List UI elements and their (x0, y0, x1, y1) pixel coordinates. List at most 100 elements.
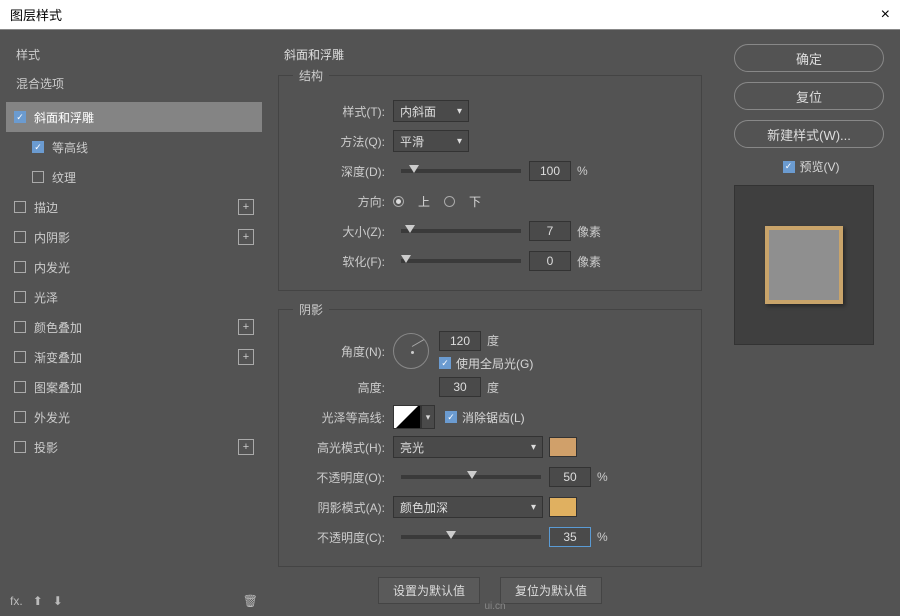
close-icon[interactable]: × (881, 6, 890, 24)
highlight-mode-select[interactable]: 亮光 (393, 436, 543, 458)
sidebar-checkbox-2[interactable] (32, 171, 44, 183)
bevel-emboss-panel: 斜面和浮雕 结构 样式(T): 内斜面 方法(Q): 平滑 深度(D): % 方… (268, 30, 722, 616)
depth-slider[interactable] (401, 169, 521, 173)
sidebar-label-10: 外发光 (34, 409, 70, 426)
angle-dial[interactable] (393, 333, 429, 369)
angle-input[interactable] (439, 331, 481, 351)
highlight-opacity-slider[interactable] (401, 475, 541, 479)
sidebar-checkbox-5[interactable] (14, 261, 26, 273)
sidebar-label-8: 渐变叠加 (34, 349, 82, 366)
arrow-down-icon[interactable]: ⬇ (53, 594, 63, 608)
sidebar-item-8[interactable]: 渐变叠加 + (6, 342, 262, 372)
shading-group: 阴影 角度(N): 度 ✓ 使用全局光(G) 高度: (278, 301, 702, 567)
soften-slider[interactable] (401, 259, 521, 263)
sidebar-label-6: 光泽 (34, 289, 58, 306)
gloss-contour-dropdown[interactable]: ▾ (421, 405, 435, 429)
altitude-unit: 度 (487, 379, 499, 396)
ok-button[interactable]: 确定 (734, 44, 884, 72)
direction-up-radio[interactable] (393, 196, 404, 207)
highlight-color-swatch[interactable] (549, 437, 577, 457)
structure-legend: 结构 (293, 67, 329, 84)
sidebar-checkbox-7[interactable] (14, 321, 26, 333)
highlight-opacity-input[interactable] (549, 467, 591, 487)
sidebar-item-1[interactable]: ✓ 等高线 (6, 132, 262, 162)
sidebar-checkbox-4[interactable] (14, 231, 26, 243)
sidebar-item-6[interactable]: 光泽 (6, 282, 262, 312)
sidebar-add-4[interactable]: + (238, 229, 254, 245)
sidebar-item-4[interactable]: 内阴影 + (6, 222, 262, 252)
sidebar-checkbox-1[interactable]: ✓ (32, 141, 44, 153)
direction-down-radio[interactable] (444, 196, 455, 207)
sidebar-item-5[interactable]: 内发光 (6, 252, 262, 282)
soften-input[interactable] (529, 251, 571, 271)
styles-header[interactable]: 样式 (6, 40, 262, 69)
shading-legend: 阴影 (293, 301, 329, 318)
sidebar-item-3[interactable]: 描边+ (6, 192, 262, 222)
antialias-checkbox[interactable]: ✓ (445, 411, 457, 423)
shadow-opacity-input[interactable] (549, 527, 591, 547)
depth-input[interactable] (529, 161, 571, 181)
opacity-unit: % (597, 470, 608, 484)
sidebar-add-7[interactable]: + (238, 319, 254, 335)
styles-sidebar: 样式 混合选项 ✓斜面和浮雕✓等高线纹理描边+内阴影+内发光光泽颜色叠加+渐变叠… (0, 30, 268, 616)
sidebar-checkbox-11[interactable] (14, 441, 26, 453)
sidebar-add-8[interactable]: + (238, 349, 254, 365)
size-slider[interactable] (401, 229, 521, 233)
altitude-input[interactable] (439, 377, 481, 397)
shadow-opacity-label: 不透明度(C): (293, 529, 385, 546)
sidebar-label-1: 等高线 (52, 139, 88, 156)
global-light-label: 使用全局光(G) (456, 355, 533, 372)
preview-checkbox[interactable]: ✓ (783, 161, 795, 173)
sidebar-label-0: 斜面和浮雕 (34, 109, 94, 126)
fx-icon[interactable]: fx. (10, 594, 23, 608)
sidebar-item-2[interactable]: 纹理 (6, 162, 262, 192)
arrow-up-icon[interactable]: ⬆ (33, 594, 43, 608)
style-select[interactable]: 内斜面 (393, 100, 469, 122)
technique-label: 方法(Q): (293, 133, 385, 150)
sidebar-label-9: 图案叠加 (34, 379, 82, 396)
structure-group: 结构 样式(T): 内斜面 方法(Q): 平滑 深度(D): % 方向: 上 (278, 67, 702, 291)
shadow-color-swatch[interactable] (549, 497, 577, 517)
window-title: 图层样式 (10, 5, 62, 24)
trash-icon[interactable]: 🗑 (243, 594, 258, 608)
sidebar-label-4: 内阴影 (34, 229, 70, 246)
sidebar-item-10[interactable]: 外发光 (6, 402, 262, 432)
sidebar-checkbox-6[interactable] (14, 291, 26, 303)
sidebar-checkbox-0[interactable]: ✓ (14, 111, 26, 123)
gloss-contour-swatch[interactable] (393, 405, 421, 429)
size-input[interactable] (529, 221, 571, 241)
soften-label: 软化(F): (293, 253, 385, 270)
sidebar-add-11[interactable]: + (238, 439, 254, 455)
sidebar-item-11[interactable]: 投影 + (6, 432, 262, 462)
make-default-button[interactable]: 设置为默认值 (378, 577, 480, 604)
size-label: 大小(Z): (293, 223, 385, 240)
sidebar-label-5: 内发光 (34, 259, 70, 276)
depth-label: 深度(D): (293, 163, 385, 180)
opacity-unit-2: % (597, 530, 608, 544)
altitude-label: 高度: (293, 379, 385, 396)
highlight-mode-label: 高光模式(H): (293, 439, 385, 456)
global-light-checkbox[interactable]: ✓ (439, 357, 451, 369)
sidebar-checkbox-8[interactable] (14, 351, 26, 363)
preview-label: 预览(V) (800, 158, 840, 175)
sidebar-add-3[interactable]: + (238, 199, 254, 215)
sidebar-checkbox-10[interactable] (14, 411, 26, 423)
cancel-button[interactable]: 复位 (734, 82, 884, 110)
sidebar-item-0[interactable]: ✓ 斜面和浮雕 (6, 102, 262, 132)
blending-options[interactable]: 混合选项 (6, 69, 262, 98)
sidebar-checkbox-3[interactable] (14, 201, 26, 213)
reset-default-button[interactable]: 复位为默认值 (500, 577, 602, 604)
shadow-mode-select[interactable]: 颜色加深 (393, 496, 543, 518)
sidebar-label-2: 纹理 (52, 169, 76, 186)
preview-box (734, 185, 874, 345)
shadow-opacity-slider[interactable] (401, 535, 541, 539)
sidebar-item-7[interactable]: 颜色叠加+ (6, 312, 262, 342)
highlight-opacity-label: 不透明度(O): (293, 469, 385, 486)
sidebar-item-9[interactable]: 图案叠加 (6, 372, 262, 402)
technique-select[interactable]: 平滑 (393, 130, 469, 152)
sidebar-label-11: 投影 (34, 439, 58, 456)
new-style-button[interactable]: 新建样式(W)... (734, 120, 884, 148)
sidebar-checkbox-9[interactable] (14, 381, 26, 393)
shadow-mode-label: 阴影模式(A): (293, 499, 385, 516)
size-unit: 像素 (577, 223, 601, 240)
